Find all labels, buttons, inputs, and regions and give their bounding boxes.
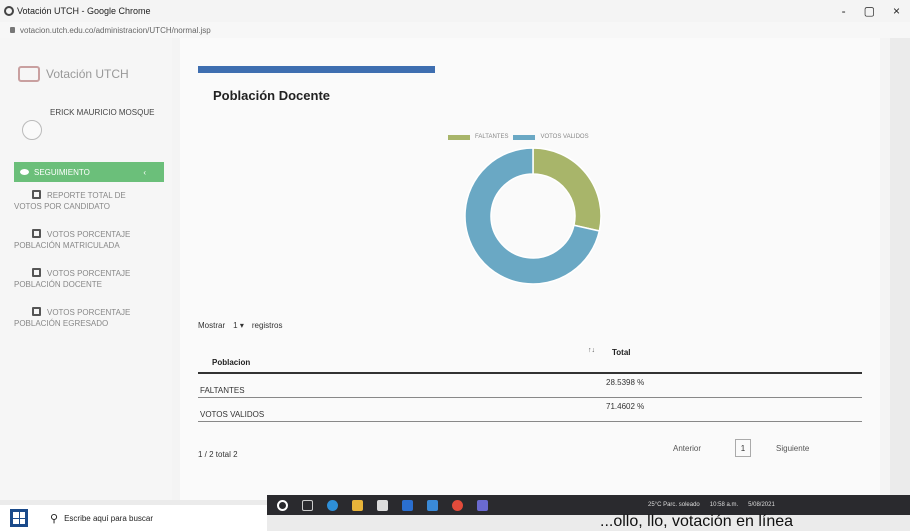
window-title: Votación UTCH - Google Chrome [17,6,151,16]
cell-total: 28.5398 % [606,378,645,387]
calendar-icon [32,307,41,316]
mail-icon[interactable] [402,499,413,511]
sidebar-item-label: REPORTE TOTAL DE [47,191,126,200]
prev-page-button[interactable]: Anterior [673,444,701,453]
sidebar-item-label: SEGUIMIENTO [34,167,90,177]
cortana-icon[interactable] [277,499,288,511]
user-name: ERICK MAURICIO MOSQUE [50,108,155,117]
column-header-poblacion[interactable]: Poblacion [212,358,250,367]
chrome-taskbar-icon[interactable] [452,499,463,511]
cell-poblacion: VOTOS VALIDOS [200,410,265,419]
pagination: Anterior 1 Siguiente [673,439,809,457]
avatar [22,120,42,140]
sort-icon[interactable]: ↑↓ [588,347,595,354]
weather-widget[interactable]: 25°C Parc. soleado [648,502,700,508]
clock-date[interactable]: 5/08/2021 [748,502,775,508]
lock-icon [10,27,15,33]
sidebar-item-poblacion-matriculada[interactable]: VOTOS PORCENTAJE POBLACIÓN MATRICULADA [14,229,164,251]
ballot-box-icon [18,66,40,82]
sidebar-item-label: POBLACIÓN EGRESADO [14,319,109,328]
progress-fill [198,66,435,73]
page-title: Población Docente [213,88,331,103]
column-header-total[interactable]: Total [612,348,631,357]
donut-slice-faltantes[interactable] [532,147,602,232]
window-controls: - ▢ × [842,0,906,22]
sidebar-item-reporte-total[interactable]: REPORTE TOTAL DE VOTOS POR CANDIDATO [14,190,164,212]
photo-caption: ...ollo, llo, votación en línea [600,513,794,530]
table-info: 1 / 2 total 2 [198,450,238,459]
legend-swatch-votos-validos[interactable] [513,134,536,140]
app2-icon[interactable] [477,499,488,511]
cell-poblacion: FALTANTES [200,386,245,395]
sidebar-item-label: POBLACIÓN DOCENTE [14,280,103,289]
table-header: Poblacion ↑↓ Total [198,338,862,374]
browser-titlebar: Votación UTCH - Google Chrome - ▢ × [0,0,910,22]
page-length-selector: Mostrar 1 ▾ registros [198,321,283,330]
taskbar [267,495,910,515]
user-panel: ERICK MAURICIO MOSQUE [22,108,154,140]
sidebar-item-seguimiento[interactable]: SEGUIMIENTO ‹ [14,162,164,182]
sidebar-item-label: VOTOS PORCENTAJE [47,230,131,239]
store-icon[interactable] [377,499,388,511]
clock-time[interactable]: 10:58 a.m. [710,502,738,508]
eye-icon [20,169,29,175]
search-icon[interactable]: ⚲ [50,512,58,525]
sidebar-item-label: POBLACIÓN MATRICULADA [14,241,120,250]
minimize-button[interactable]: - [842,4,846,18]
file-explorer-icon[interactable] [352,499,363,511]
brand-name: Votación UTCH [46,67,129,81]
cell-total: 71.4602 % [606,402,645,411]
app-icon[interactable] [427,499,438,511]
chart-legend: FALTANTES VOTOS VALIDOS [448,134,589,140]
taskbar-search-input[interactable]: Escribe aquí para buscar [64,514,153,523]
maximize-button[interactable]: ▢ [864,4,875,18]
page-number-button[interactable]: 1 [735,439,752,457]
legend-swatch-faltantes[interactable] [448,134,470,140]
calendar-icon [32,229,41,238]
sidebar-item-label: VOTOS PORCENTAJE [47,308,131,317]
main-content: Población Docente FALTANTES VOTOS VALIDO… [180,38,880,500]
next-page-button[interactable]: Siguiente [776,444,809,453]
legend-label-faltantes[interactable]: FALTANTES [475,134,508,140]
sidebar-item-label: VOTOS PORCENTAJE [47,269,131,278]
calendar-icon [32,268,41,277]
mostrar-label: Mostrar [198,321,226,330]
sidebar-item-poblacion-docente[interactable]: VOTOS PORCENTAJE POBLACIÓN DOCENTE [14,268,164,290]
sidebar-item-label: VOTOS POR CANDIDATO [14,202,111,211]
progress-bar [198,66,435,73]
system-tray: 25°C Parc. soleado 10:58 a.m. 5/08/2021 [648,495,775,515]
web-page: Votación UTCH ERICK MAURICIO MOSQUE SEGU… [0,38,890,500]
brand-logo[interactable]: Votación UTCH [18,66,129,82]
url-text[interactable]: votacion.utch.edu.co/administracion/UTCH… [20,26,211,35]
calendar-icon [32,190,41,199]
close-button[interactable]: × [893,4,900,18]
legend-label-votos-validos[interactable]: VOTOS VALIDOS [540,134,588,140]
task-view-icon[interactable] [302,499,313,511]
taskbar-search: ⚲ Escribe aquí para buscar [0,505,267,531]
chrome-icon [4,6,14,16]
donut-chart [464,147,602,285]
table-row: FALTANTES 28.5398 % [198,374,862,398]
sidebar-item-poblacion-egresado[interactable]: VOTOS PORCENTAJE POBLACIÓN EGRESADO [14,307,164,329]
address-bar[interactable]: votacion.utch.edu.co/administracion/UTCH… [0,22,910,38]
edge-icon[interactable] [327,499,338,511]
table-row: VOTOS VALIDOS 71.4602 % [198,398,862,422]
results-table: Poblacion ↑↓ Total FALTANTES 28.5398 % V… [198,338,862,422]
windows-start-icon[interactable] [10,509,28,527]
page-length-select[interactable]: 1 ▾ [233,321,244,330]
sidebar: Votación UTCH ERICK MAURICIO MOSQUE SEGU… [0,38,172,500]
registros-label: registros [251,321,283,330]
chevron-left-icon: ‹ [143,167,146,177]
